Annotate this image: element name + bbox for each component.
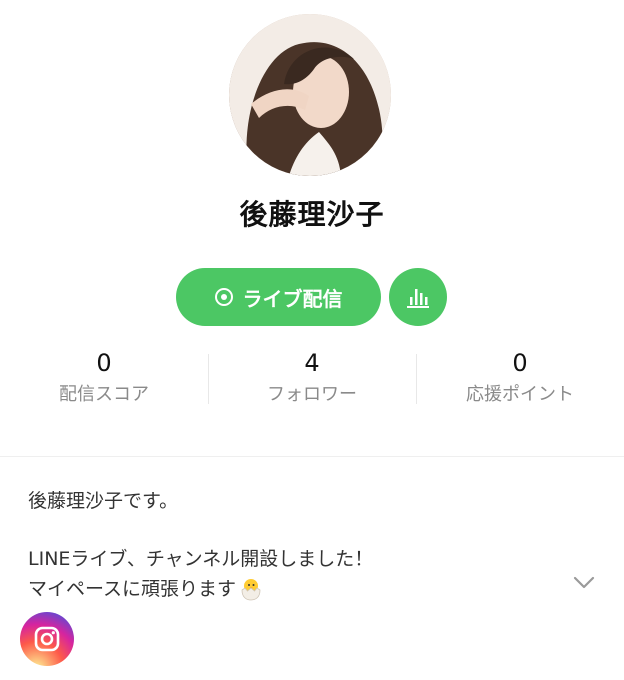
instagram-link[interactable] <box>20 612 74 666</box>
stat-support-points[interactable]: 0 応援ポイント <box>416 348 624 412</box>
bio-line-3-wrap: マイペースに頑張ります <box>28 574 568 604</box>
stat-value: 0 <box>512 349 528 377</box>
bio-line-3: マイペースに頑張ります <box>28 578 237 600</box>
avatar-photo <box>229 14 391 176</box>
profile-name: 後藤理沙子 <box>239 198 385 231</box>
hatching-chick-icon <box>241 579 261 601</box>
stat-label: 応援ポイント <box>466 384 574 405</box>
profile-avatar <box>229 14 391 176</box>
bar-chart-icon <box>407 289 429 308</box>
stat-label: フォロワー <box>267 384 357 405</box>
chevron-down-icon[interactable] <box>572 574 596 592</box>
instagram-icon <box>34 626 60 652</box>
section-divider <box>0 456 624 457</box>
stat-broadcast-score[interactable]: 0 配信スコア <box>0 348 208 412</box>
live-broadcast-button[interactable]: ライブ配信 <box>176 268 381 326</box>
stat-value: 0 <box>96 349 112 377</box>
stats-row: 0 配信スコア 4 フォロワー 0 応援ポイント <box>0 348 624 412</box>
live-broadcast-icon <box>214 288 233 306</box>
stats-button[interactable] <box>389 268 447 326</box>
stat-label: 配信スコア <box>59 384 149 405</box>
live-broadcast-label: ライブ配信 <box>242 286 343 311</box>
bio-line-1: 後藤理沙子です。 <box>28 490 179 512</box>
bio-line-2: LINEライブ、チャンネル開設しました！ <box>28 548 374 570</box>
stat-followers[interactable]: 4 フォロワー <box>208 348 416 412</box>
stat-value: 4 <box>304 349 320 377</box>
profile-bio: 後藤理沙子です。 LINEライブ、チャンネル開設しました！ マイペースに頑張りま… <box>28 486 568 604</box>
